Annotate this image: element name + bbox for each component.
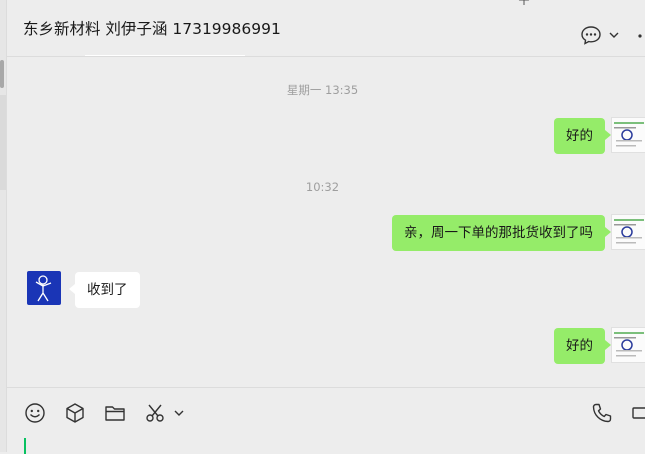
chat-title: 东乡新材料 刘伊子涵 17319986991 (23, 20, 281, 38)
message-bubble-incoming[interactable]: 收到了 (69, 272, 140, 308)
timestamp: 10:32 (305, 180, 340, 194)
smiley-icon[interactable] (24, 402, 46, 424)
chat-bubble-icon[interactable] (580, 24, 602, 46)
selected-conversation-edge (0, 95, 6, 190)
avatar-peer[interactable] (27, 271, 61, 305)
scissors-icon[interactable] (144, 402, 166, 424)
pin-icon[interactable] (517, 0, 531, 6)
message-bubble-outgoing[interactable]: 好的 (554, 118, 611, 154)
stick-figure-icon (35, 275, 52, 302)
qr-thumbnail-icon (614, 122, 644, 147)
more-icon[interactable] (635, 24, 645, 46)
timestamp: 星期一 13:35 (286, 83, 359, 97)
avatar-self[interactable] (611, 327, 645, 363)
left-panel-edge (0, 0, 7, 452)
avatar-self[interactable] (611, 117, 645, 153)
message-bubble-outgoing[interactable]: 好的 (554, 328, 611, 364)
chat-header: 东乡新材料 刘伊子涵 17319986991 (7, 0, 645, 57)
phone-icon[interactable] (591, 402, 613, 424)
video-icon[interactable] (631, 402, 645, 424)
qr-thumbnail-icon (614, 332, 644, 357)
message-input-area[interactable] (7, 387, 645, 454)
maximize-icon[interactable] (605, 0, 619, 6)
folder-icon[interactable] (104, 402, 126, 424)
header-divider (85, 55, 245, 56)
chevron-down-icon[interactable] (608, 24, 620, 46)
qr-thumbnail-icon (614, 219, 644, 244)
minimize-icon[interactable] (562, 0, 576, 6)
chevron-down-icon[interactable] (173, 402, 185, 424)
cube-icon[interactable] (64, 402, 86, 424)
message-bubble-outgoing[interactable]: 亲，周一下单的那批货收到了吗 (392, 215, 611, 251)
avatar-self[interactable] (611, 214, 645, 250)
